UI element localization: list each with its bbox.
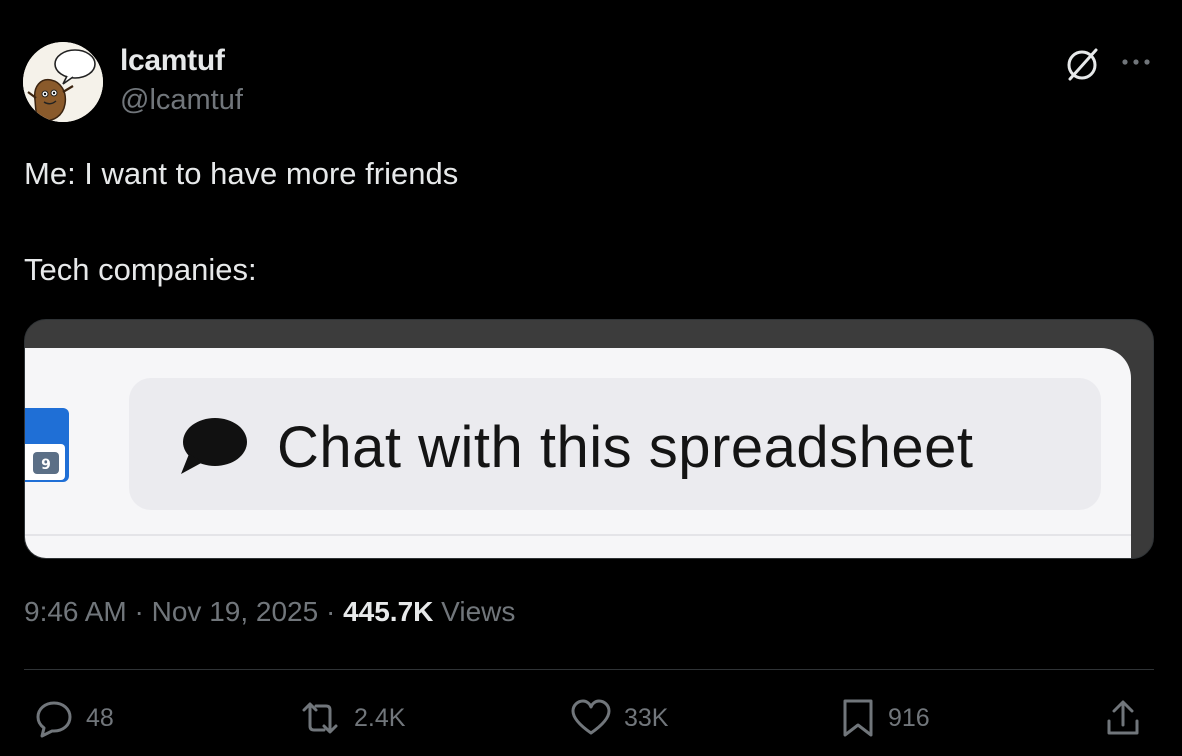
repost-button[interactable]: 2.4K (298, 696, 405, 740)
tweet-date[interactable]: Nov 19, 2025 (152, 596, 319, 627)
repost-icon (302, 702, 338, 734)
meta-separator: · (325, 596, 336, 627)
media-dark-toolbar (25, 320, 1153, 350)
bookmark-button[interactable]: 916 (840, 696, 930, 740)
bookmark-icon (843, 699, 873, 737)
share-icon (1107, 700, 1139, 735)
avatar[interactable] (23, 42, 103, 122)
media-light-panel: 9 Chat with this spreadsheet (25, 348, 1131, 558)
tweet-text-line-2: Tech companies: (24, 252, 257, 287)
tweet-text-line-1: Me: I want to have more friends (24, 156, 459, 191)
reply-icon (36, 701, 72, 738)
views-label: Views (441, 596, 516, 627)
media-divider (25, 534, 1131, 536)
chip-label: Chat with this spreadsheet (277, 415, 974, 480)
reply-button[interactable]: 48 (34, 696, 114, 740)
author-handle[interactable]: @lcamtuf (120, 84, 243, 117)
tweet-detail: lcamtuf @lcamtuf Me: I want to have more… (0, 0, 1182, 756)
repost-count: 2.4K (354, 703, 406, 732)
like-button[interactable]: 33K (570, 696, 668, 740)
spreadsheet-app-icon: 9 (25, 406, 71, 484)
bookmark-count: 916 (888, 703, 930, 732)
chat-bubble-icon (175, 412, 249, 478)
chat-with-spreadsheet-button: Chat with this spreadsheet (129, 378, 1101, 510)
tweet-metadata: 9:46 AM · Nov 19, 2025 · 445.7K Views (24, 596, 515, 628)
divider (24, 669, 1154, 670)
tweet-time[interactable]: 9:46 AM (24, 596, 127, 627)
author-display-name[interactable]: lcamtuf (120, 44, 225, 78)
spreadsheet-badge: 9 (41, 457, 51, 473)
tweet-media-image[interactable]: 9 Chat with this spreadsheet (24, 319, 1154, 559)
potato-mascot-avatar-icon (23, 42, 103, 122)
reply-count: 48 (86, 703, 114, 732)
grok-icon[interactable] (1062, 44, 1102, 84)
like-count: 33K (624, 703, 669, 732)
views-count[interactable]: 445.7K (343, 596, 433, 627)
meta-separator: · (134, 596, 144, 627)
more-options-icon[interactable] (1118, 50, 1154, 74)
heart-icon (571, 699, 611, 735)
share-button[interactable] (1103, 696, 1155, 740)
